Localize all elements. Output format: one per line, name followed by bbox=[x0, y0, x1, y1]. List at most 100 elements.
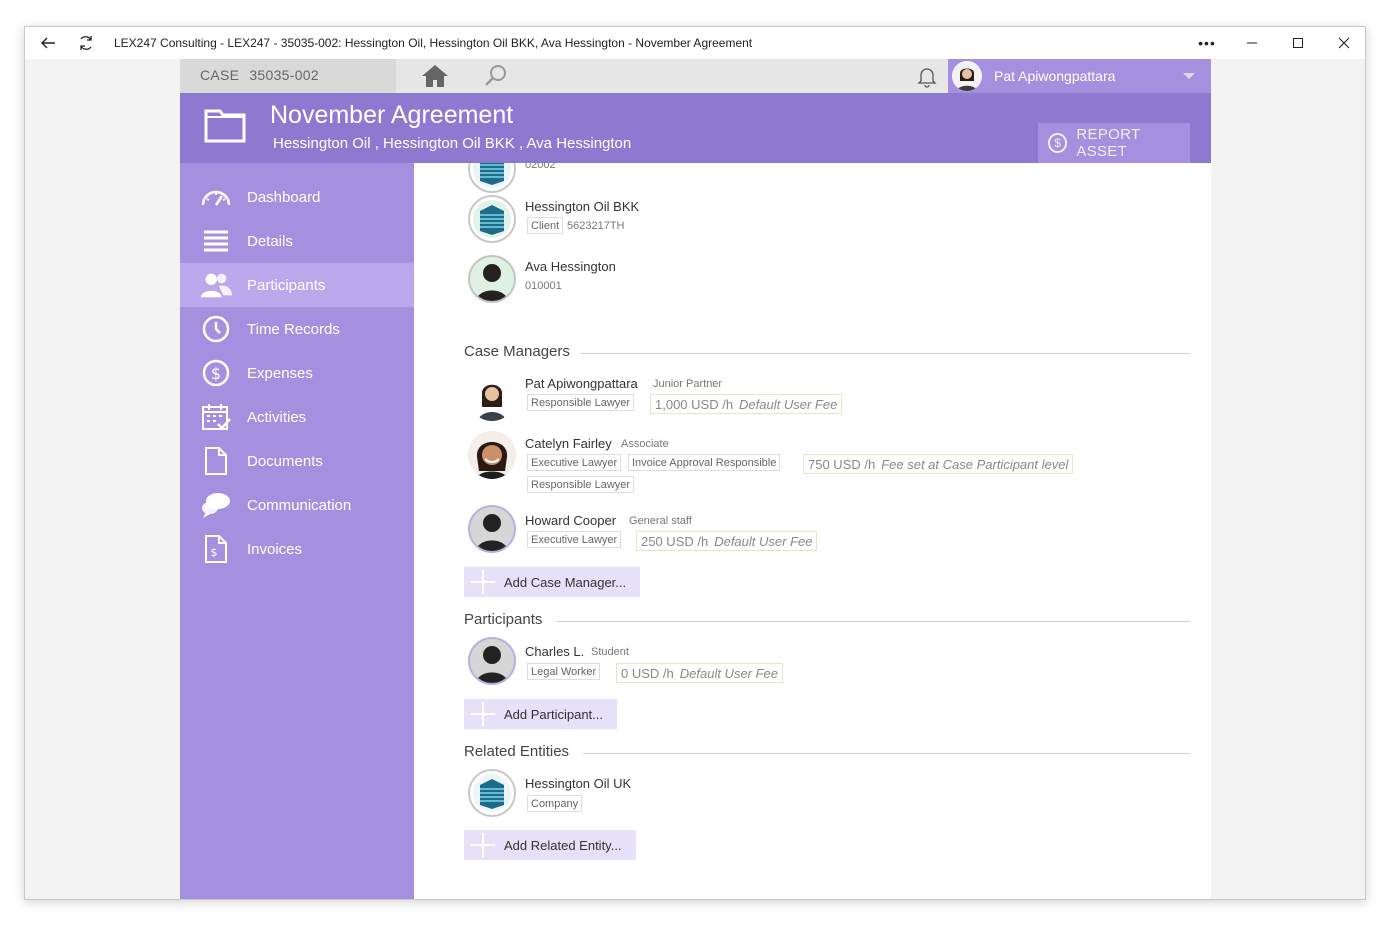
client-avatar[interactable] bbox=[468, 195, 516, 243]
case-header: November Agreement Hessington Oil , Hess… bbox=[180, 93, 1211, 163]
client-tag: Client bbox=[527, 217, 564, 234]
sidebar-item-label: Documents bbox=[247, 452, 323, 470]
invoice-icon: $ bbox=[200, 533, 232, 565]
entity-name[interactable]: Hessington Oil UK bbox=[525, 776, 631, 791]
client-avatar[interactable] bbox=[468, 163, 516, 193]
entity-avatar[interactable] bbox=[468, 769, 516, 817]
user-name: Pat Apiwongpattara bbox=[994, 68, 1116, 84]
sidebar-item-label: Communication bbox=[247, 496, 352, 514]
app-content: CASE 35035-002 Pat Apiwongpattara Novemb… bbox=[180, 59, 1211, 899]
maximize-button[interactable] bbox=[1275, 27, 1321, 59]
chat-icon bbox=[200, 489, 232, 521]
fee-note: Fee set at Case Participant level bbox=[881, 457, 1069, 472]
manager-tag: Executive Lawyer bbox=[527, 454, 622, 471]
manager-tag: Responsible Lawyer bbox=[527, 476, 635, 493]
window-title: LEX247 Consulting - LEX247 - 35035-002: … bbox=[114, 36, 753, 50]
manager-name[interactable]: Howard Cooper bbox=[525, 513, 616, 528]
participant-name[interactable]: Charles L. bbox=[525, 644, 584, 659]
manager-name[interactable]: Pat Apiwongpattara bbox=[525, 376, 638, 391]
fee-amount: 0 USD /h bbox=[621, 666, 674, 681]
sidebar: Dashboard Details Participants Time Reco… bbox=[180, 163, 414, 899]
ellipsis-icon: ••• bbox=[1198, 35, 1216, 51]
divider bbox=[583, 753, 1190, 754]
plus-icon bbox=[470, 830, 496, 860]
sidebar-item-documents[interactable]: Documents bbox=[180, 439, 414, 483]
user-avatar bbox=[952, 61, 982, 91]
notifications-button[interactable] bbox=[915, 64, 939, 88]
add-related-entity-button[interactable]: Add Related Entity... bbox=[464, 830, 636, 860]
sidebar-item-invoices[interactable]: $ Invoices bbox=[180, 527, 414, 571]
dollar-icon: $ bbox=[200, 357, 232, 389]
search-icon bbox=[485, 65, 506, 86]
sidebar-item-details[interactable]: Details bbox=[180, 219, 414, 263]
building-icon bbox=[473, 200, 511, 238]
client-code: 010001 bbox=[525, 280, 562, 292]
report-asset-button[interactable]: $ REPORT ASSET bbox=[1038, 123, 1190, 163]
page-title: November Agreement bbox=[270, 101, 514, 129]
client-name[interactable]: Ava Hessington bbox=[525, 259, 616, 274]
app-window: LEX247 Consulting - LEX247 - 35035-002: … bbox=[24, 26, 1366, 900]
sidebar-item-activities[interactable]: Activities bbox=[180, 395, 414, 439]
minimize-button[interactable] bbox=[1229, 27, 1275, 59]
person-photo-icon bbox=[468, 373, 516, 421]
details-icon bbox=[200, 225, 232, 257]
clock-icon bbox=[200, 313, 232, 345]
sidebar-item-label: Expenses bbox=[247, 364, 313, 382]
participant-avatar[interactable] bbox=[468, 637, 516, 685]
sidebar-item-expenses[interactable]: $ Expenses bbox=[180, 351, 414, 395]
participant-role: Student bbox=[591, 646, 629, 658]
fee-note: Default User Fee bbox=[739, 397, 838, 412]
close-icon bbox=[1338, 37, 1350, 49]
divider bbox=[556, 621, 1190, 622]
case-managers-title: Case Managers bbox=[464, 343, 570, 360]
dollar-circle-icon: $ bbox=[1048, 133, 1068, 153]
person-photo-icon bbox=[468, 431, 516, 479]
minimize-icon bbox=[1247, 42, 1257, 44]
manager-fee: 750 USD /h Fee set at Case Participant le… bbox=[803, 454, 1074, 474]
add-case-manager-button[interactable]: Add Case Manager... bbox=[464, 567, 641, 597]
participant-fee: 0 USD /h Default User Fee bbox=[616, 663, 784, 683]
folder-icon bbox=[204, 105, 246, 143]
refresh-icon bbox=[80, 36, 92, 50]
sidebar-item-communication[interactable]: Communication bbox=[180, 483, 414, 527]
sidebar-item-label: Activities bbox=[247, 408, 307, 426]
svg-text:$: $ bbox=[211, 546, 218, 559]
manager-role: Junior Partner bbox=[653, 378, 723, 390]
manager-fee: 1,000 USD /h Default User Fee bbox=[650, 394, 843, 414]
sidebar-item-label: Participants bbox=[247, 276, 326, 294]
manager-fee: 250 USD /h Default User Fee bbox=[636, 531, 818, 551]
client-code: 02002 bbox=[525, 163, 556, 171]
refresh-button[interactable] bbox=[63, 27, 109, 59]
client-name[interactable]: Hessington Oil BKK bbox=[525, 199, 639, 214]
manager-avatar[interactable] bbox=[468, 431, 516, 479]
add-participant-label: Add Participant... bbox=[504, 706, 603, 722]
sidebar-item-participants[interactable]: Participants bbox=[180, 263, 414, 307]
manager-avatar[interactable] bbox=[468, 373, 516, 421]
case-number: 35035-002 bbox=[249, 67, 319, 83]
sidebar-item-dashboard[interactable]: Dashboard bbox=[180, 175, 414, 219]
fee-amount: 1,000 USD /h bbox=[655, 397, 734, 412]
case-parties: Hessington Oil , Hessington Oil BKK , Av… bbox=[273, 135, 632, 152]
plus-icon bbox=[470, 699, 496, 729]
sidebar-item-label: Details bbox=[247, 232, 293, 250]
entity-tag: Company bbox=[527, 795, 583, 812]
search-button[interactable] bbox=[480, 63, 510, 89]
document-icon bbox=[200, 445, 232, 477]
manager-name[interactable]: Catelyn Fairley bbox=[525, 436, 612, 451]
client-avatar[interactable] bbox=[468, 255, 516, 303]
close-button[interactable] bbox=[1321, 27, 1365, 59]
more-options-button[interactable]: ••• bbox=[1184, 27, 1230, 59]
sidebar-item-label: Dashboard bbox=[247, 188, 321, 206]
user-menu[interactable]: Pat Apiwongpattara bbox=[948, 59, 1211, 93]
home-button[interactable] bbox=[420, 63, 450, 89]
case-indicator: CASE 35035-002 bbox=[180, 59, 396, 93]
add-participant-button[interactable]: Add Participant... bbox=[464, 699, 617, 729]
bell-icon bbox=[917, 68, 937, 88]
sidebar-item-time-records[interactable]: Time Records bbox=[180, 307, 414, 351]
home-icon bbox=[422, 65, 448, 87]
manager-tag: Responsible Lawyer bbox=[527, 394, 635, 411]
fee-amount: 750 USD /h bbox=[808, 457, 876, 472]
participants-icon bbox=[200, 269, 232, 301]
participants-content: 02002 Hessington Oil BKK Client 5623217T… bbox=[414, 163, 1211, 899]
manager-avatar[interactable] bbox=[468, 505, 516, 553]
